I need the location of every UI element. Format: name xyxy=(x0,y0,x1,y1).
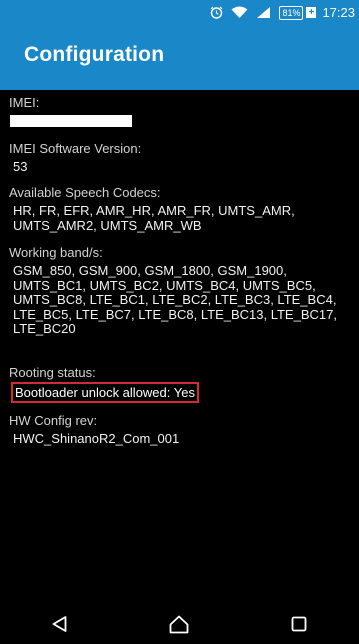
speech-codecs-field: Available Speech Codecs: HR, FR, EFR, AM… xyxy=(9,185,353,233)
imei-sv-field: IMEI Software Version: 53 xyxy=(9,141,353,175)
back-icon xyxy=(52,616,67,632)
home-icon xyxy=(170,615,189,633)
recents-button[interactable] xyxy=(269,604,329,644)
page-title: Configuration xyxy=(24,43,165,66)
wifi-icon xyxy=(231,6,248,19)
imei-redacted-box xyxy=(10,115,132,127)
imei-sv-label: IMEI Software Version: xyxy=(9,141,142,156)
rooting-status-label: Rooting status: xyxy=(9,365,96,380)
back-button[interactable] xyxy=(30,604,90,644)
app-bar: Configuration xyxy=(0,25,359,90)
signal-icon xyxy=(256,6,271,19)
imei-field: IMEI: xyxy=(9,95,353,127)
rooting-status-field: Rooting status: Bootloader unlock allowe… xyxy=(9,365,353,403)
status-time: 17:23 xyxy=(322,5,355,20)
recents-icon xyxy=(291,616,307,632)
speech-codecs-label: Available Speech Codecs: xyxy=(9,185,161,200)
configuration-content[interactable]: IMEI: IMEI Software Version: 53 Availabl… xyxy=(0,90,359,604)
navigation-bar xyxy=(0,604,359,644)
working-bands-label: Working band/s: xyxy=(9,245,103,260)
battery-icon: 81% + xyxy=(279,5,317,20)
speech-codecs-value: HR, FR, EFR, AMR_HR, AMR_FR, UMTS_AMR, U… xyxy=(13,203,295,233)
battery-percent: 81% xyxy=(282,7,301,18)
rooting-status-value: Bootloader unlock allowed: Yes xyxy=(11,382,199,403)
hw-config-value: HWC_ShinanoR2_Com_001 xyxy=(13,431,180,446)
working-bands-value: GSM_850, GSM_900, GSM_1800, GSM_1900, UM… xyxy=(13,263,337,337)
home-button[interactable] xyxy=(149,604,209,644)
charging-plus-icon: + xyxy=(306,7,317,18)
working-bands-field: Working band/s: GSM_850, GSM_900, GSM_18… xyxy=(9,245,353,337)
status-bar: 81% + 17:23 xyxy=(0,0,359,25)
hw-config-field: HW Config rev: HWC_ShinanoR2_Com_001 xyxy=(9,413,353,447)
imei-sv-value: 53 xyxy=(13,159,28,174)
imei-label: IMEI: xyxy=(9,95,40,110)
hw-config-label: HW Config rev: xyxy=(9,413,98,428)
alarm-icon xyxy=(210,6,223,19)
